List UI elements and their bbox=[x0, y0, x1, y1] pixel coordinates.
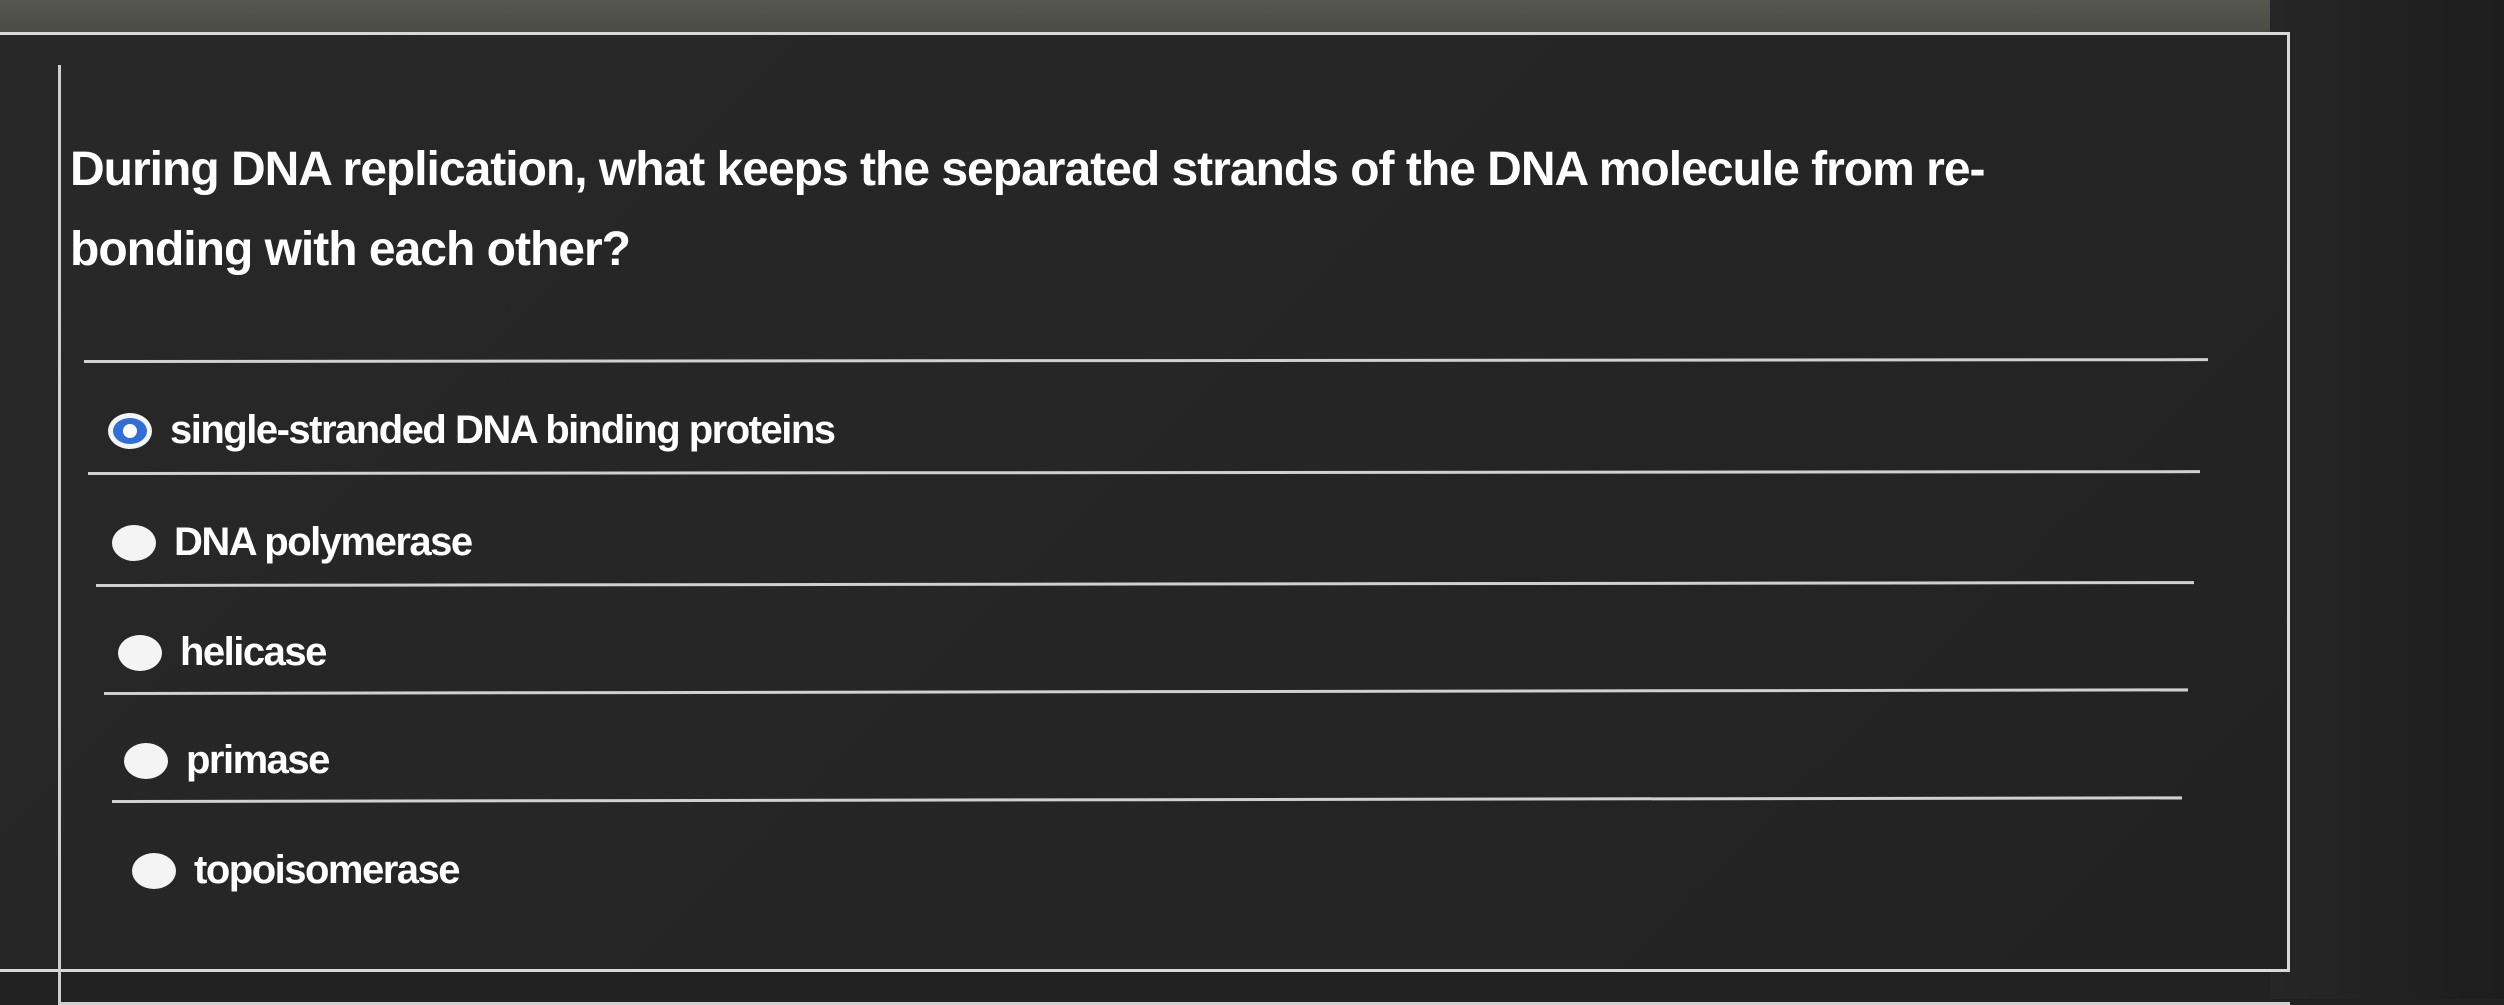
question-text: During DNA replication, what keeps the s… bbox=[70, 143, 1986, 276]
radio-unselected-icon[interactable] bbox=[124, 742, 168, 779]
option-label: primase bbox=[186, 738, 330, 782]
option-label: topoisomerase bbox=[194, 848, 461, 892]
answer-option-helicase[interactable]: helicase bbox=[118, 630, 327, 675]
answer-option-primase[interactable]: primase bbox=[124, 738, 330, 783]
option-label: single-stranded DNA binding proteins bbox=[170, 408, 836, 452]
answer-option-dna-polymerase[interactable]: DNA polymerase bbox=[112, 520, 473, 565]
option-label: DNA polymerase bbox=[174, 520, 473, 564]
answer-option-topoisomerase[interactable]: topoisomerase bbox=[132, 848, 461, 893]
radio-unselected-icon[interactable] bbox=[118, 634, 162, 671]
radio-selected-icon[interactable] bbox=[108, 412, 152, 449]
answer-option-ssb-proteins[interactable]: single-stranded DNA binding proteins bbox=[108, 408, 836, 453]
top-strip bbox=[0, 0, 2300, 34]
radio-unselected-icon[interactable] bbox=[132, 852, 176, 889]
option-label: helicase bbox=[180, 630, 327, 674]
right-margin bbox=[2270, 0, 2504, 999]
radio-unselected-icon[interactable] bbox=[112, 524, 156, 561]
